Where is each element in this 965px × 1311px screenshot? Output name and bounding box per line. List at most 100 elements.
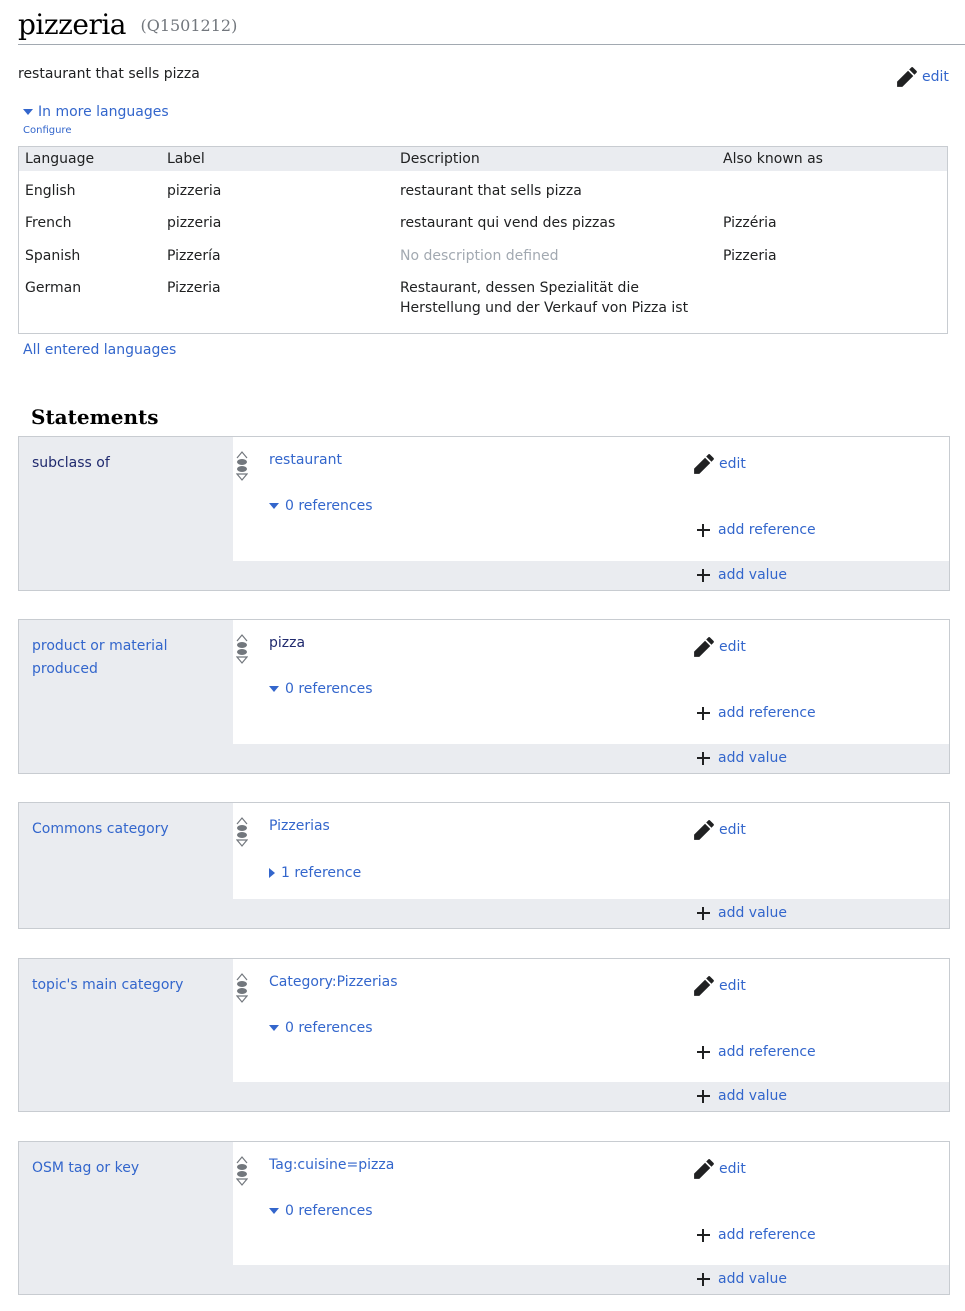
add-reference-label[interactable]: add reference	[718, 1044, 816, 1060]
statement-value[interactable]: Category:Pizzerias	[269, 974, 398, 990]
statement-value[interactable]: Tag:cuisine=pizza	[269, 1157, 394, 1173]
triangle-right-icon	[269, 868, 275, 878]
statement-body: Tag:cuisine=pizza edit 0 references add …	[233, 1142, 949, 1265]
statement-value[interactable]: pizza	[269, 635, 305, 651]
add-value-button[interactable]: add value	[697, 567, 787, 583]
statement-group: OSM tag or key Tag:cuisine=pizza edit 0 …	[18, 1141, 950, 1295]
add-reference-button[interactable]: add reference	[697, 522, 816, 538]
plus-icon	[697, 1045, 710, 1059]
statement-edit-button[interactable]: edit	[693, 453, 746, 475]
triangle-down-icon	[269, 686, 279, 692]
references-count[interactable]: 0 references	[285, 1203, 373, 1219]
add-value-label[interactable]: add value	[718, 1271, 787, 1287]
statement-value[interactable]: Pizzerias	[269, 818, 330, 834]
pencil-icon	[693, 975, 715, 997]
property-link[interactable]: Commons category	[32, 818, 222, 841]
add-value-button[interactable]: add value	[697, 1271, 787, 1287]
edit-label[interactable]: edit	[719, 978, 746, 994]
references-count[interactable]: 0 references	[285, 1020, 373, 1036]
add-reference-button[interactable]: add reference	[697, 705, 816, 721]
add-reference-button[interactable]: add reference	[697, 1227, 816, 1243]
add-reference-label[interactable]: add reference	[718, 1227, 816, 1243]
entity-id: (Q1501212)	[140, 16, 238, 35]
statement-body: Category:Pizzerias edit 0 references add…	[233, 959, 949, 1082]
languages-table-header: Language Label Description Also known as	[19, 147, 947, 171]
add-reference-label[interactable]: add reference	[718, 522, 816, 538]
add-reference-button[interactable]: add reference	[697, 1044, 816, 1060]
rank-selector-icon[interactable]	[236, 973, 248, 1003]
pencil-icon	[693, 453, 715, 475]
plus-icon	[697, 706, 710, 720]
more-languages-toggle[interactable]: In more languages	[23, 104, 169, 120]
rank-selector-icon[interactable]	[236, 634, 248, 664]
add-value-label[interactable]: add value	[718, 567, 787, 583]
property-link[interactable]: product or material produced	[32, 635, 222, 681]
pencil-icon	[693, 1158, 715, 1180]
references-count[interactable]: 0 references	[285, 498, 373, 514]
add-value-button[interactable]: add value	[697, 905, 787, 921]
pencil-icon	[693, 636, 715, 658]
row-language: German	[25, 280, 82, 296]
all-languages-link[interactable]: All entered languages	[23, 342, 176, 358]
add-value-button[interactable]: add value	[697, 750, 787, 766]
edit-label[interactable]: edit	[922, 69, 949, 85]
references-toggle[interactable]: 0 references	[269, 1020, 373, 1036]
statement-edit-button[interactable]: edit	[693, 819, 746, 841]
item-description: restaurant that sells pizza	[18, 66, 200, 82]
statement-value[interactable]: restaurant	[269, 452, 342, 468]
statements-heading: Statements	[31, 405, 159, 429]
edit-label[interactable]: edit	[719, 639, 746, 655]
references-toggle[interactable]: 0 references	[269, 1203, 373, 1219]
statement-edit-button[interactable]: edit	[693, 636, 746, 658]
triangle-down-icon	[269, 1025, 279, 1031]
rank-selector-icon[interactable]	[236, 817, 248, 847]
statement-body: restaurant edit 0 references add referen…	[233, 437, 949, 561]
row-description: restaurant qui vend des pizzas	[400, 215, 616, 231]
plus-icon	[697, 1272, 710, 1286]
add-value-button[interactable]: add value	[697, 1088, 787, 1104]
row-description: restaurant that sells pizza	[400, 183, 582, 199]
plus-icon	[697, 1089, 710, 1103]
plus-icon	[697, 568, 710, 582]
references-toggle[interactable]: 1 reference	[269, 865, 361, 881]
triangle-down-icon	[23, 109, 33, 115]
plus-icon	[697, 1228, 710, 1242]
edit-label[interactable]: edit	[719, 456, 746, 472]
property-link[interactable]: OSM tag or key	[32, 1157, 222, 1180]
references-toggle[interactable]: 0 references	[269, 681, 373, 697]
references-toggle[interactable]: 0 references	[269, 498, 373, 514]
edit-label[interactable]: edit	[719, 822, 746, 838]
row-language: French	[25, 215, 72, 231]
property-link[interactable]: topic's main category	[32, 974, 222, 997]
statement-group: subclass of restaurant edit 0 references…	[18, 436, 950, 591]
row-label: Pizzería	[167, 248, 221, 264]
row-label: pizzeria	[167, 215, 222, 231]
rank-selector-icon[interactable]	[236, 1156, 248, 1186]
configure-link[interactable]: Configure	[23, 125, 71, 136]
column-header-description: Description	[400, 151, 480, 167]
column-header-label: Label	[167, 151, 205, 167]
rank-selector-icon[interactable]	[236, 451, 248, 481]
languages-table: Language Label Description Also known as…	[18, 146, 948, 334]
statement-edit-button[interactable]: edit	[693, 1158, 746, 1180]
add-value-label[interactable]: add value	[718, 905, 787, 921]
plus-icon	[697, 751, 710, 765]
references-count[interactable]: 0 references	[285, 681, 373, 697]
edit-label[interactable]: edit	[719, 1161, 746, 1177]
add-reference-label[interactable]: add reference	[718, 705, 816, 721]
description-edit-button[interactable]: edit	[896, 66, 949, 88]
references-count[interactable]: 1 reference	[281, 865, 361, 881]
statement-group: topic's main category Category:Pizzerias…	[18, 958, 950, 1112]
row-label: pizzeria	[167, 183, 222, 199]
row-aliases: Pizzeria	[723, 248, 777, 264]
statement-group: Commons category Pizzerias edit 1 refere…	[18, 802, 950, 929]
row-description-placeholder: No description defined	[400, 248, 559, 264]
add-value-label[interactable]: add value	[718, 1088, 787, 1104]
more-languages-label[interactable]: In more languages	[38, 104, 169, 120]
property-link[interactable]: subclass of	[32, 452, 222, 475]
triangle-down-icon	[269, 503, 279, 509]
statement-edit-button[interactable]: edit	[693, 975, 746, 997]
column-header-language: Language	[25, 151, 95, 167]
add-value-label[interactable]: add value	[718, 750, 787, 766]
page-title: pizzeria	[18, 8, 127, 41]
